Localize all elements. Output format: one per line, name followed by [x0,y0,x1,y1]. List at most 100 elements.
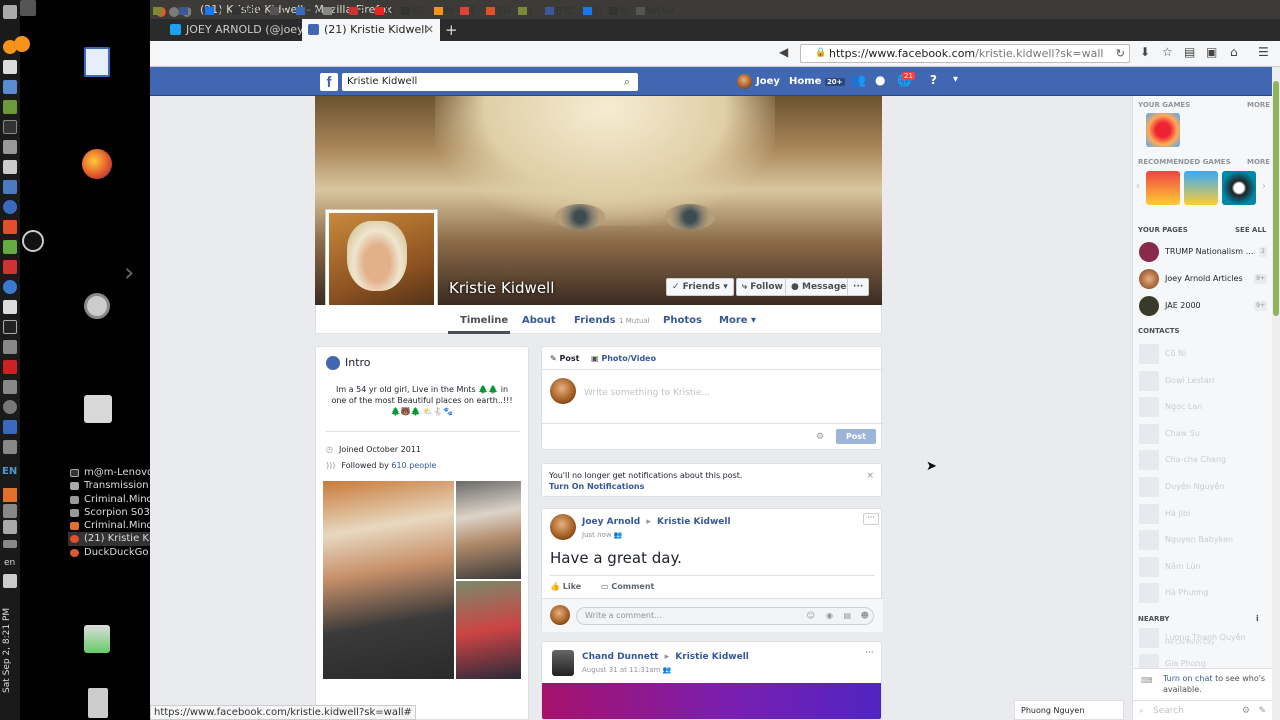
turn-on-notifications-link[interactable]: Turn On Notifications [549,482,644,491]
bookmark-item[interactable]: SC [401,6,426,17]
sticker-icon[interactable]: ☻ [861,608,869,624]
composer-tab-photo[interactable]: ▣ Photo/Video [591,354,656,363]
download-icon[interactable]: ⬇ [1140,45,1150,59]
new-message-icon[interactable]: ✎ [1258,701,1266,720]
follow-button[interactable]: ⤷ Follow [736,278,789,296]
gif-icon[interactable]: ▤ [843,608,851,624]
bookmark-item[interactable]: M [433,6,453,17]
post-target-link[interactable]: Kristie Kidwell [675,652,749,662]
bookmark-item[interactable]: H [375,6,394,17]
post-time[interactable]: August 31 at 11:31am 👥 [582,666,671,674]
composer-tab-post[interactable]: ✎ Post [550,354,579,363]
lang-small[interactable]: en [4,558,15,568]
network-icon[interactable] [3,520,17,534]
slots-game-icon[interactable] [1146,171,1180,205]
back-button[interactable]: ◀ [779,45,788,59]
contact-item[interactable]: Ngọc Lan [1139,397,1267,418]
post-button[interactable]: Post [836,429,876,444]
spreadsheet-icon[interactable] [3,100,17,114]
chromium-icon[interactable] [3,280,17,294]
app2-icon[interactable] [3,320,17,334]
facebook-logo-icon[interactable]: f [320,73,338,91]
settings-icon[interactable] [3,340,17,354]
desktop-archive-icon[interactable] [84,395,112,423]
turn-on-chat-link[interactable]: Turn on chat [1163,674,1213,683]
post-author-avatar[interactable] [552,650,574,676]
post-time[interactable]: Just now 👥 [582,531,623,539]
search-icon[interactable]: ⌕ [624,73,630,91]
obs-icon[interactable] [3,400,17,414]
comment-button[interactable]: ▭ Comment [601,582,654,591]
ubuntu-icon[interactable] [3,5,17,19]
contact-item[interactable]: Nguyen Babyken [1139,530,1267,551]
vlc-icon[interactable] [3,488,17,502]
tab-photos[interactable]: Photos [663,315,702,326]
bookmark-item[interactable]: EB [486,6,510,17]
bookmark-item[interactable]: J [179,6,193,17]
app-icon[interactable] [3,260,17,274]
followers-link[interactable]: 610 people [391,461,436,470]
post-author-link[interactable]: Joey Arnold [582,517,640,527]
bookmark-item[interactable]: BTC [544,6,575,17]
ubuntu-software-icon[interactable] [3,220,17,234]
desktop-document-icon[interactable] [84,47,110,77]
app3-icon[interactable] [3,420,17,434]
post-options-icon[interactable]: ··· [865,648,874,658]
pool-game-icon[interactable] [1222,171,1256,205]
files-icon[interactable] [3,140,17,154]
contact-item[interactable]: Nắm Lùn [1139,556,1267,577]
bookmark-item[interactable]: W [296,6,317,17]
friends-button[interactable]: ✓ Friends ▾ [666,278,734,296]
tab-about[interactable]: About [522,315,556,326]
app4-icon[interactable] [3,440,17,454]
filezilla-icon[interactable] [3,360,17,374]
menu-icon[interactable]: ☰ [1258,45,1269,59]
terminal-icon[interactable] [3,180,17,194]
message-button[interactable]: ● Message [785,278,853,296]
user-name-link[interactable]: Joey [756,76,780,87]
apps-icon[interactable] [3,120,17,134]
firefox-icon[interactable] [82,149,112,179]
wifi-icon[interactable] [3,504,17,518]
friend-requests-icon[interactable]: 👥 [851,73,866,87]
intro-photo-small[interactable] [456,481,521,579]
account-menu-icon[interactable]: ▾ [953,74,958,85]
recommended-more-link[interactable]: MORE [1247,158,1270,166]
post-author-avatar[interactable] [550,514,576,540]
more-options-button[interactable]: ··· [847,278,870,296]
page-item[interactable]: Joey Arnold Articles 9+ [1139,269,1267,289]
bookmark-item[interactable]: J [518,6,532,17]
chat-icon[interactable] [3,380,17,394]
home-link[interactable]: Home 20+ [789,76,845,87]
bookmark-item[interactable]: R [348,6,367,17]
desktop-settings-icon[interactable] [84,293,110,319]
desktop-obs-icon[interactable] [22,230,44,252]
trash-icon[interactable] [88,688,108,718]
chat-search-input[interactable]: ⌕ Search ⚙ ✎ [1133,700,1272,720]
contact-item[interactable]: Duyên Nguyễn [1139,477,1267,497]
clock[interactable]: Sat Sep 2, 8:21 PM [2,600,18,700]
bookmark-item[interactable]: m [205,6,226,17]
chevron-left-icon[interactable]: ‹ [1136,181,1140,192]
like-button[interactable]: 👍 Like [550,582,581,591]
chat-tab[interactable]: Phuong Nguyen [1014,700,1124,720]
camera-icon[interactable]: ◉ [826,608,833,624]
close-icon[interactable]: × [866,471,874,481]
intro-photo-small[interactable] [456,581,521,679]
chevron-right-icon[interactable]: › [124,258,134,288]
scrollbar-thumb[interactable] [1273,81,1279,316]
intro-photo-large[interactable] [323,481,454,679]
calculator-icon[interactable] [3,80,17,94]
games-more-link[interactable]: MORE [1247,101,1270,109]
monitor-icon[interactable] [3,300,17,314]
bookmark-item[interactable]: J [322,6,337,17]
chat-settings-icon[interactable]: ⚙ [1242,701,1250,720]
see-all-pages-link[interactable]: SEE ALL [1235,226,1266,234]
lang-indicator[interactable]: EN [2,466,17,477]
url-bar[interactable]: 🔒 https://www.facebook.com/kristie.kidwe… [800,44,1130,63]
desktop-home-icon[interactable] [20,0,36,16]
library-icon[interactable]: ▤ [1184,45,1195,59]
contact-item[interactable]: Chaw Su [1139,423,1267,444]
tab-joey-arnold[interactable]: JOEY ARNOLD (@joey [164,19,308,41]
contact-item[interactable]: Hà Phương [1139,583,1267,604]
